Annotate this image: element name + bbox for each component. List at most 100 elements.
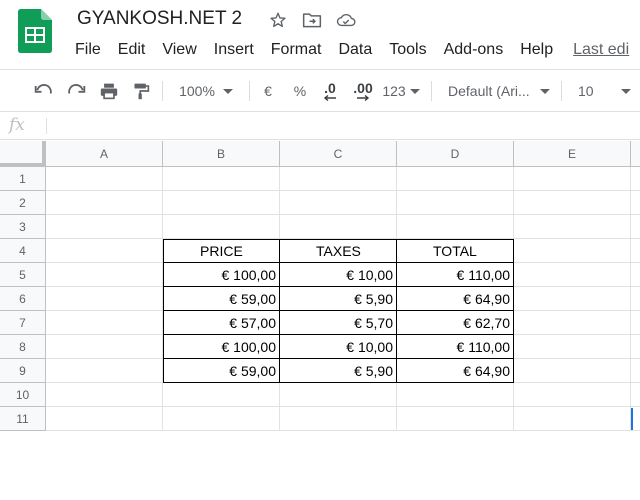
- menu-insert[interactable]: Insert: [214, 39, 254, 61]
- cell-partial[interactable]: [631, 215, 640, 239]
- column-header-b[interactable]: B: [163, 141, 280, 167]
- cell-d7[interactable]: € 62,70: [397, 311, 514, 335]
- cell-partial[interactable]: [631, 359, 640, 383]
- cell-b7[interactable]: € 57,00: [163, 311, 280, 335]
- star-icon[interactable]: [268, 10, 288, 30]
- increase-decimal-button[interactable]: .00: [348, 70, 378, 112]
- row-header-4[interactable]: 4: [0, 239, 46, 263]
- column-header-c[interactable]: C: [280, 141, 397, 167]
- zoom-select[interactable]: 100%: [170, 70, 242, 112]
- cell-c4[interactable]: TAXES: [280, 239, 397, 263]
- select-all-corner[interactable]: [0, 141, 46, 167]
- more-formats-select[interactable]: 123: [380, 70, 422, 112]
- cell-e6[interactable]: [514, 287, 631, 311]
- last-edit-link[interactable]: Last edi: [573, 39, 629, 61]
- cell-a3[interactable]: [46, 215, 163, 239]
- formula-input[interactable]: [50, 112, 640, 139]
- cell-b10[interactable]: [163, 383, 280, 407]
- row-header-8[interactable]: 8: [0, 335, 46, 359]
- cell-a10[interactable]: [46, 383, 163, 407]
- cell-partial[interactable]: [631, 239, 640, 263]
- column-header-a[interactable]: A: [46, 141, 163, 167]
- cell-a4[interactable]: [46, 239, 163, 263]
- menu-edit[interactable]: Edit: [118, 39, 146, 61]
- cell-a11[interactable]: [46, 407, 163, 431]
- cell-a2[interactable]: [46, 191, 163, 215]
- cell-e10[interactable]: [514, 383, 631, 407]
- paint-format-icon[interactable]: [128, 70, 154, 112]
- cell-partial[interactable]: [631, 311, 640, 335]
- cell-partial[interactable]: [631, 287, 640, 311]
- font-family-select[interactable]: Default (Ari...: [440, 70, 552, 112]
- cell-a8[interactable]: [46, 335, 163, 359]
- menu-help[interactable]: Help: [520, 39, 553, 61]
- cell-d5[interactable]: € 110,00: [397, 263, 514, 287]
- cell-c6[interactable]: € 5,90: [280, 287, 397, 311]
- row-header-2[interactable]: 2: [0, 191, 46, 215]
- cell-a6[interactable]: [46, 287, 163, 311]
- cell-d2[interactable]: [397, 191, 514, 215]
- cell-d10[interactable]: [397, 383, 514, 407]
- menu-file[interactable]: File: [75, 39, 101, 61]
- menu-tools[interactable]: Tools: [389, 39, 426, 61]
- cell-b3[interactable]: [163, 215, 280, 239]
- cell-a7[interactable]: [46, 311, 163, 335]
- cell-partial[interactable]: [631, 167, 640, 191]
- cell-e8[interactable]: [514, 335, 631, 359]
- menu-add-ons[interactable]: Add-ons: [444, 39, 504, 61]
- row-header-11[interactable]: 11: [0, 407, 46, 431]
- cell-a9[interactable]: [46, 359, 163, 383]
- undo-icon[interactable]: [30, 70, 58, 112]
- menu-data[interactable]: Data: [338, 39, 372, 61]
- cell-e1[interactable]: [514, 167, 631, 191]
- row-header-6[interactable]: 6: [0, 287, 46, 311]
- cell-b1[interactable]: [163, 167, 280, 191]
- cell-e3[interactable]: [514, 215, 631, 239]
- column-header-e[interactable]: E: [514, 141, 631, 167]
- cell-e2[interactable]: [514, 191, 631, 215]
- cell-b8[interactable]: € 100,00: [163, 335, 280, 359]
- document-title[interactable]: GYANKOSH.NET 2: [77, 8, 242, 30]
- print-icon[interactable]: [95, 70, 123, 112]
- cell-c5[interactable]: € 10,00: [280, 263, 397, 287]
- cell-e9[interactable]: [514, 359, 631, 383]
- percent-format-button[interactable]: %: [288, 70, 312, 112]
- move-to-folder-icon[interactable]: [302, 10, 322, 30]
- cell-e11[interactable]: [514, 407, 631, 431]
- cell-d3[interactable]: [397, 215, 514, 239]
- currency-format-button[interactable]: €: [256, 70, 280, 112]
- cell-b6[interactable]: € 59,00: [163, 287, 280, 311]
- cell-partial[interactable]: [631, 263, 640, 287]
- cell-c3[interactable]: [280, 215, 397, 239]
- row-header-7[interactable]: 7: [0, 311, 46, 335]
- cell-c11[interactable]: [280, 407, 397, 431]
- menu-format[interactable]: Format: [271, 39, 322, 61]
- cell-c9[interactable]: € 5,90: [280, 359, 397, 383]
- cell-e4[interactable]: [514, 239, 631, 263]
- cell-partial[interactable]: [631, 383, 640, 407]
- cell-c8[interactable]: € 10,00: [280, 335, 397, 359]
- cell-b11[interactable]: [163, 407, 280, 431]
- decrease-decimal-button[interactable]: .0: [317, 70, 343, 112]
- row-header-9[interactable]: 9: [0, 359, 46, 383]
- cell-b5[interactable]: € 100,00: [163, 263, 280, 287]
- cloud-saved-icon[interactable]: [336, 10, 356, 30]
- cell-e5[interactable]: [514, 263, 631, 287]
- font-size-select[interactable]: 10: [570, 70, 640, 112]
- cell-b4[interactable]: PRICE: [163, 239, 280, 263]
- column-header-partial[interactable]: [631, 141, 640, 167]
- column-header-d[interactable]: D: [397, 141, 514, 167]
- cell-c1[interactable]: [280, 167, 397, 191]
- cell-d1[interactable]: [397, 167, 514, 191]
- cell-c2[interactable]: [280, 191, 397, 215]
- cell-partial[interactable]: [631, 191, 640, 215]
- cell-b9[interactable]: € 59,00: [163, 359, 280, 383]
- cell-d9[interactable]: € 64,90: [397, 359, 514, 383]
- menu-view[interactable]: View: [162, 39, 196, 61]
- cell-a1[interactable]: [46, 167, 163, 191]
- cell-d6[interactable]: € 64,90: [397, 287, 514, 311]
- cell-partial[interactable]: [631, 335, 640, 359]
- row-header-3[interactable]: 3: [0, 215, 46, 239]
- cell-d8[interactable]: € 110,00: [397, 335, 514, 359]
- selected-cell-border[interactable]: [631, 408, 633, 430]
